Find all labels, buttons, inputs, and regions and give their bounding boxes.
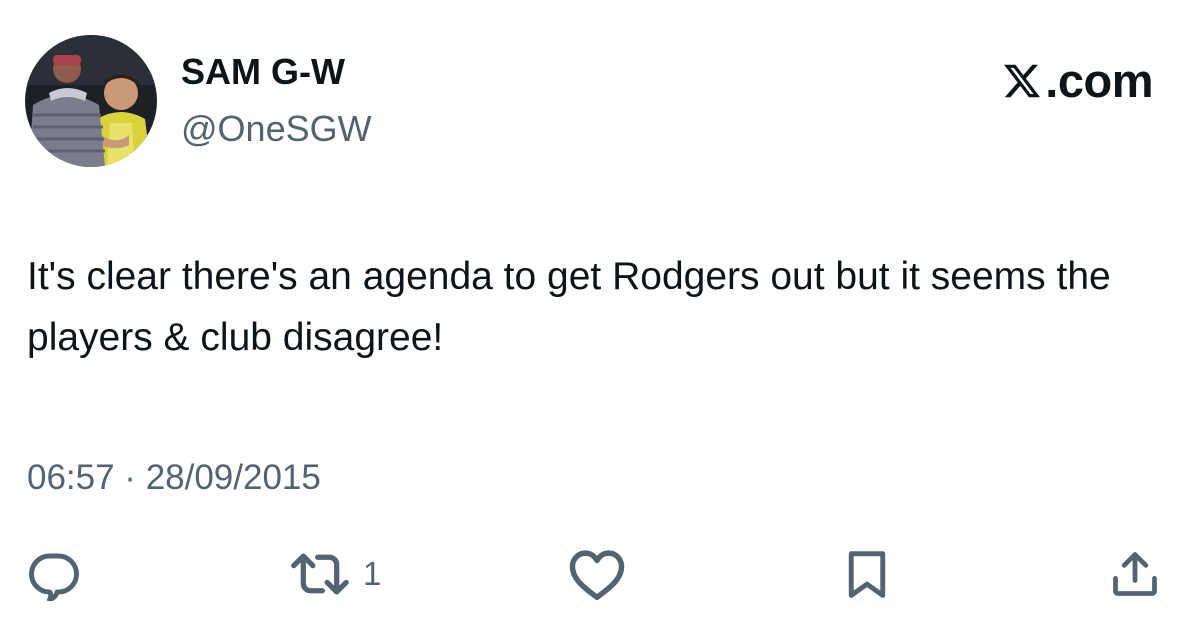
like-button[interactable] (567, 547, 627, 601)
reply-icon (29, 553, 79, 601)
share-button[interactable] (1109, 547, 1161, 601)
tweet-text: It's clear there's an agenda to get Rodg… (27, 255, 1111, 359)
avatar[interactable] (25, 35, 157, 167)
reply-button[interactable] (25, 547, 83, 601)
brand-text: .com (1045, 54, 1153, 107)
user-handle[interactable]: @OneSGW (181, 107, 372, 151)
heart-icon (569, 550, 625, 601)
bookmark-button[interactable] (842, 547, 892, 601)
retweet-count: 1 (363, 555, 382, 592)
tweet-timestamp[interactable]: 06:57 · 28/09/2015 (27, 456, 321, 500)
x-logo-icon (1004, 64, 1041, 98)
display-name[interactable]: SAM G-W (181, 50, 345, 94)
avatar-photo (25, 35, 157, 167)
bookmark-icon (848, 551, 886, 598)
share-icon (1113, 552, 1157, 596)
retweet-icon (291, 553, 349, 595)
retweet-button[interactable]: 1 (289, 547, 381, 601)
brand-logo: .com (1001, 56, 1153, 106)
